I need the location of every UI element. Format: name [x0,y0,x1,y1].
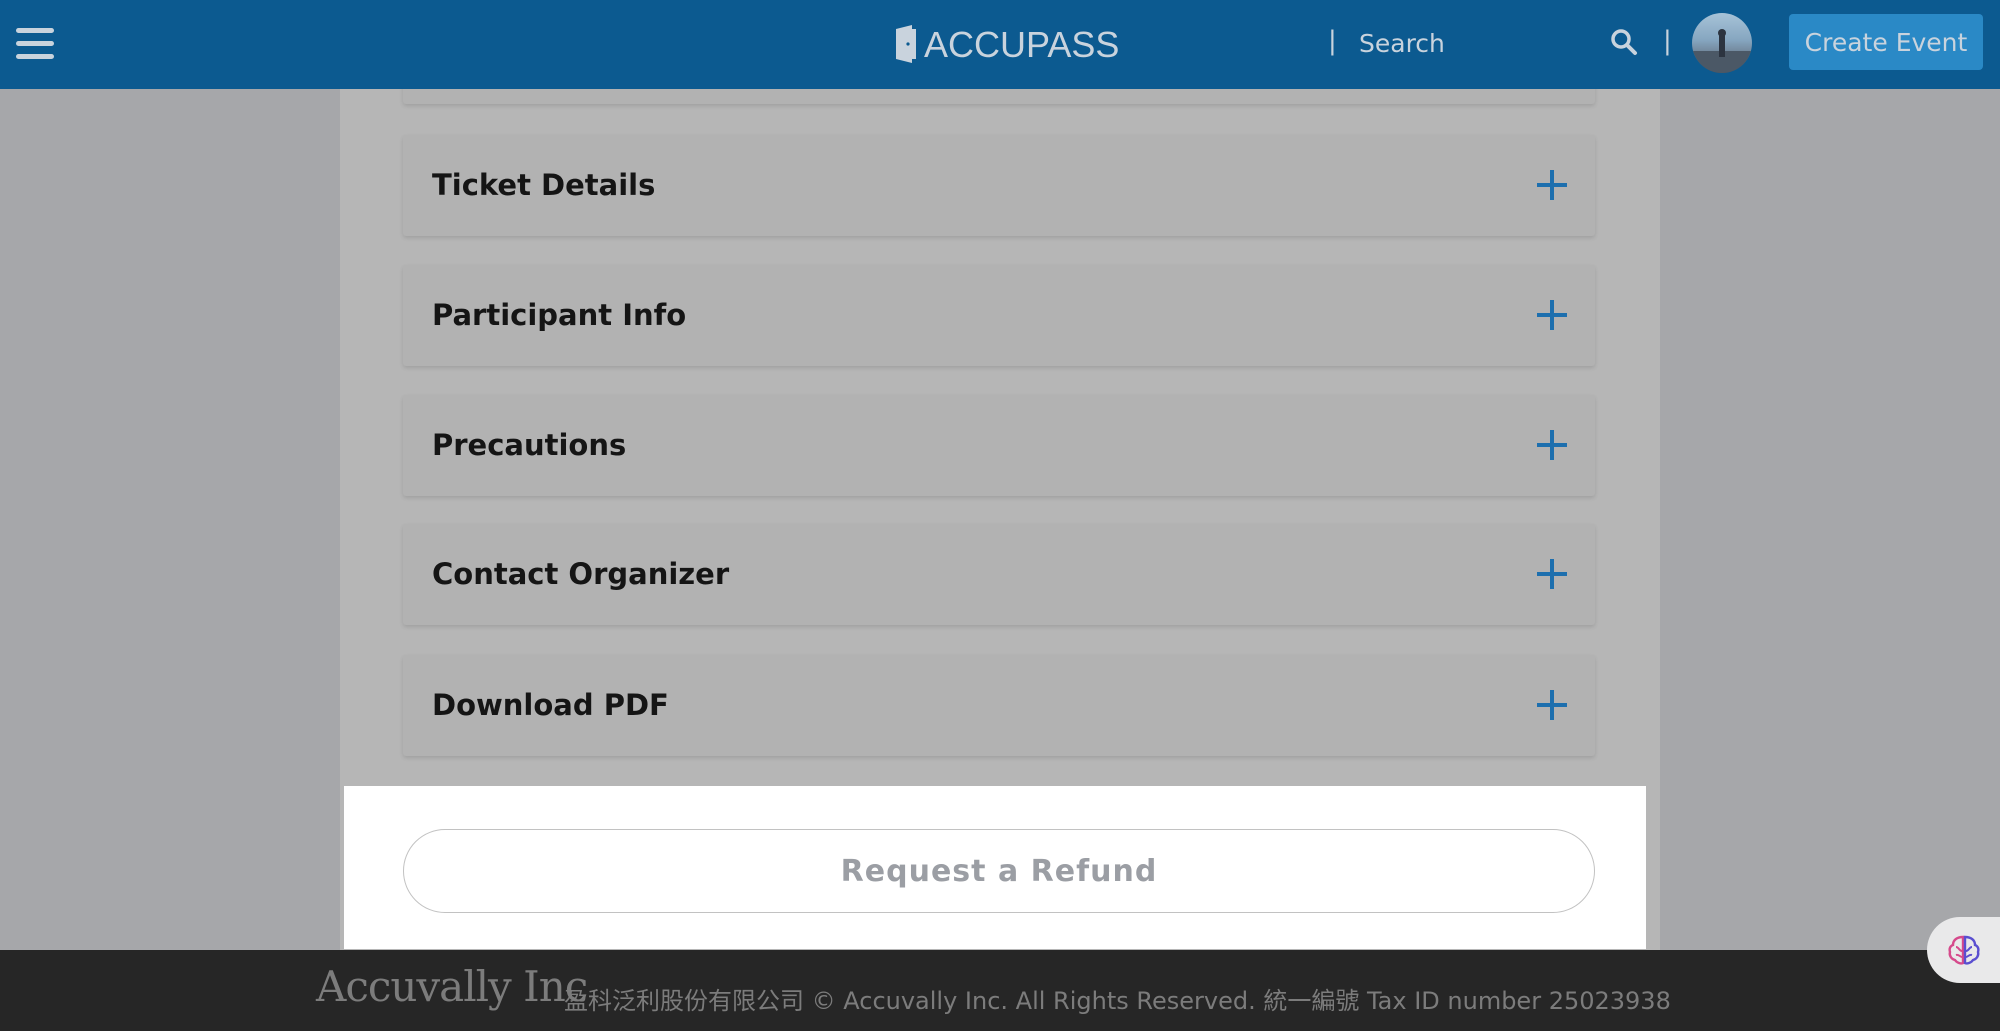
plus-icon[interactable] [1537,300,1567,330]
search-input[interactable] [1357,22,1601,64]
footer-copyright: 盈科泛利股份有限公司 © Accuvally Inc. All Rights R… [564,987,1671,1015]
plus-icon[interactable] [1537,690,1567,720]
plus-icon[interactable] [1537,430,1567,460]
create-event-button[interactable]: Create Event [1789,14,1983,70]
brain-icon [1948,935,1980,965]
accordion-title: Contact Organizer [432,557,730,591]
accordion-title: Precautions [432,428,627,462]
accordion-precautions[interactable]: Precautions [403,395,1595,496]
plus-icon[interactable] [1537,170,1567,200]
avatar-image [1692,29,1752,73]
accordion-download-pdf[interactable]: Download PDF [403,655,1595,756]
nav-separator: | [1663,26,1672,56]
accordion-title: Ticket Details [432,168,656,202]
accordion-participant-info[interactable]: Participant Info [403,265,1595,366]
brand-name: ACCUPASS [924,24,1120,65]
accordion-title: Download PDF [432,688,669,722]
top-navbar: ACCUPASS | | Create Event [0,0,2000,89]
hamburger-menu-icon[interactable] [16,28,54,60]
accupass-logo[interactable]: ACCUPASS [894,22,1119,68]
search-icon[interactable] [1609,27,1639,57]
accordion-ticket-details[interactable]: Ticket Details [403,135,1595,236]
nav-separator: | [1328,26,1337,56]
request-refund-button[interactable]: Request a Refund [403,829,1595,913]
footer: Accuvally Inc 盈科泛利股份有限公司 © Accuvally Inc… [0,950,2000,1031]
footer-logo: Accuvally Inc [316,962,588,1011]
user-avatar[interactable] [1692,13,1752,73]
assistant-widget[interactable] [1927,917,2000,983]
accordion-contact-organizer[interactable]: Contact Organizer [403,524,1595,625]
door-logo-icon [896,25,916,63]
accordion-title: Participant Info [432,298,687,332]
plus-icon[interactable] [1537,559,1567,589]
